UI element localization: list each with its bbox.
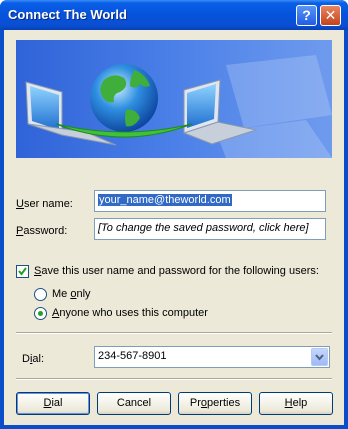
user-name-field[interactable]: your_name@theworld.com <box>94 190 326 212</box>
me-only-label[interactable]: Me only <box>52 288 91 300</box>
chevron-down-icon <box>315 354 324 361</box>
password-placeholder: [To change the saved password, click her… <box>98 222 309 234</box>
banner-illustration <box>16 40 332 158</box>
cancel-button[interactable]: Cancel <box>97 392 171 415</box>
divider-bottom <box>16 378 332 380</box>
checkmark-icon <box>18 267 27 276</box>
radio-me-only[interactable] <box>34 288 47 301</box>
properties-button[interactable]: Properties <box>178 392 252 415</box>
divider-top <box>16 332 332 334</box>
help-button[interactable]: Help <box>259 392 333 415</box>
radio-selected-dot <box>38 311 43 316</box>
help-title-button[interactable]: ? <box>296 5 317 26</box>
anyone-label[interactable]: Anyone who uses this computer <box>52 307 208 319</box>
password-label: Password: <box>16 225 68 237</box>
dial-button[interactable]: Dial <box>16 392 90 415</box>
dial-number-value: 234-567-8901 <box>98 350 167 362</box>
user-name-value: your_name@theworld.com <box>98 194 232 206</box>
dialog-window: Connect The World ? ✕ User name: your_na… <box>0 0 348 429</box>
dial-label: Dial: <box>22 353 45 365</box>
dial-dropdown-button[interactable] <box>311 348 328 366</box>
radio-anyone[interactable] <box>34 307 47 320</box>
window-title: Connect The World <box>8 7 127 22</box>
password-field[interactable]: [To change the saved password, click her… <box>94 218 326 240</box>
title-bar[interactable]: Connect The World ? ✕ <box>0 0 348 30</box>
user-name-label: User name: <box>16 198 73 210</box>
save-password-label[interactable]: Save this user name and password for the… <box>34 265 319 277</box>
close-title-button[interactable]: ✕ <box>320 5 341 26</box>
dial-number-combo[interactable]: 234-567-8901 <box>94 346 330 368</box>
save-password-checkbox[interactable] <box>16 265 29 278</box>
dialog-client-area: User name: your_name@theworld.com Passwo… <box>4 30 344 425</box>
globe-connecting-laptops-illustration <box>25 55 332 158</box>
